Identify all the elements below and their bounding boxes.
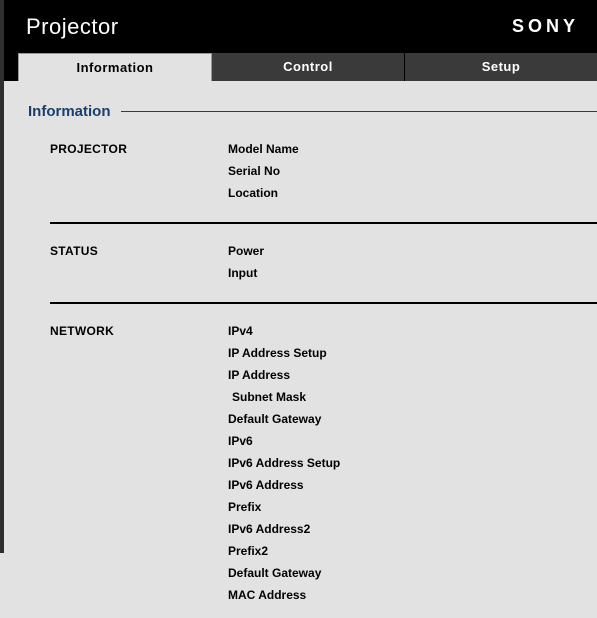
field-ipv4: IPv4 [228, 322, 340, 340]
group-label-network: NETWORK [50, 322, 228, 604]
tab-bar: Information Control Setup [4, 53, 597, 81]
field-default-gateway2: Default Gateway [228, 564, 340, 582]
group-values-status: Power Input [228, 242, 264, 282]
field-subnet-mask: Subnet Mask [228, 388, 340, 406]
content-area: Information PROJECTOR Model Name Serial … [4, 81, 597, 618]
field-ipv6-address: IPv6 Address [228, 476, 340, 494]
field-power: Power [228, 242, 264, 260]
field-input: Input [228, 264, 264, 282]
group-label-projector: PROJECTOR [50, 140, 228, 202]
divider [50, 222, 597, 224]
field-serial-no: Serial No [228, 162, 299, 180]
field-prefix2: Prefix2 [228, 542, 340, 560]
group-values-network: IPv4 IP Address Setup IP Address Subnet … [228, 322, 340, 604]
field-prefix: Prefix [228, 498, 340, 516]
group-network: NETWORK IPv4 IP Address Setup IP Address… [50, 322, 597, 618]
field-model-name: Model Name [228, 140, 299, 158]
group-label-status: STATUS [50, 242, 228, 282]
group-status: STATUS Power Input [50, 242, 597, 296]
field-default-gateway: Default Gateway [228, 410, 340, 428]
header-bar: Projector SONY [4, 0, 597, 53]
field-ip-address-setup: IP Address Setup [228, 344, 340, 362]
section-title-rule [121, 111, 597, 112]
brand-logo: SONY [512, 16, 579, 37]
tab-information[interactable]: Information [18, 53, 212, 81]
section-header: Information [28, 103, 597, 120]
group-projector: PROJECTOR Model Name Serial No Location [50, 140, 597, 216]
group-values-projector: Model Name Serial No Location [228, 140, 299, 202]
field-ip-address: IP Address [228, 366, 340, 384]
divider [50, 302, 597, 304]
tab-control[interactable]: Control [212, 53, 405, 81]
tab-setup[interactable]: Setup [405, 53, 597, 81]
app-title: Projector [26, 14, 119, 40]
info-block: PROJECTOR Model Name Serial No Location … [28, 140, 597, 618]
field-ipv6-address2: IPv6 Address2 [228, 520, 340, 538]
field-ipv6-address-setup: IPv6 Address Setup [228, 454, 340, 472]
field-mac-address: MAC Address [228, 586, 340, 604]
field-ipv6: IPv6 [228, 432, 340, 450]
field-location: Location [228, 184, 299, 202]
section-title: Information [28, 103, 121, 120]
